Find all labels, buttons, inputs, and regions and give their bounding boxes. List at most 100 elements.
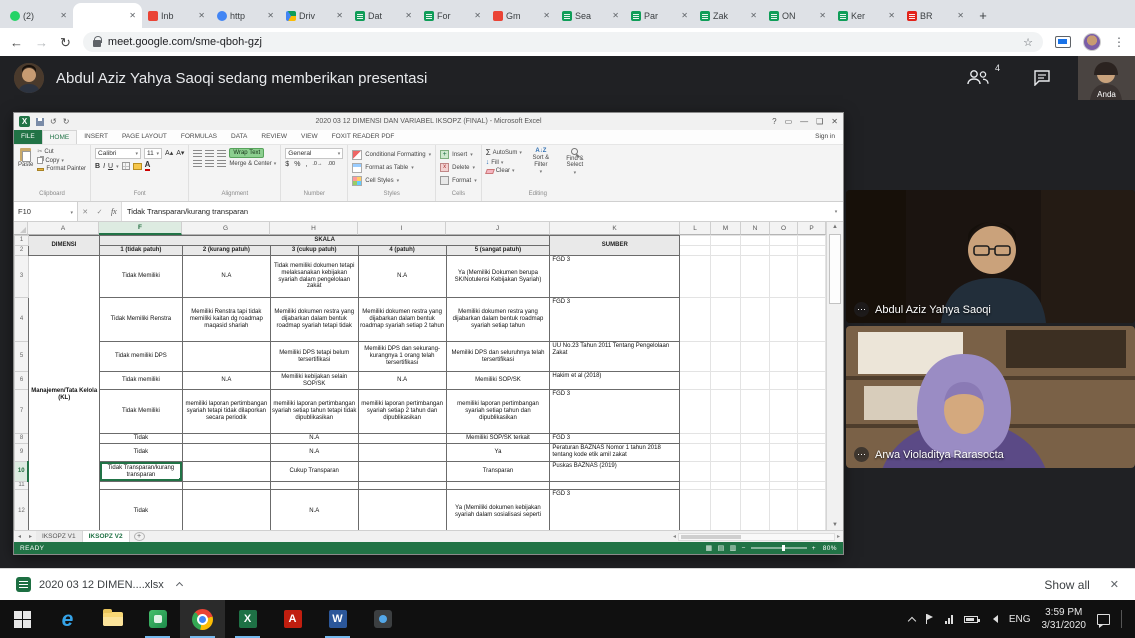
participant-video-arwa[interactable]: Arwa Violaditya Rarasocta xyxy=(846,326,1135,468)
empty-cell[interactable] xyxy=(741,434,770,444)
column-header-A[interactable]: A xyxy=(28,222,99,235)
ribbon-tab-view[interactable]: VIEW xyxy=(294,130,325,144)
empty-cell[interactable] xyxy=(711,342,741,372)
empty-cell[interactable] xyxy=(741,246,770,256)
chat-button[interactable] xyxy=(1033,69,1051,86)
taskbar-chrome[interactable] xyxy=(180,600,225,638)
hscroll-track[interactable] xyxy=(678,533,835,541)
underline-button[interactable]: U xyxy=(108,163,113,170)
insert-cells-button[interactable]: +Insert xyxy=(440,148,473,161)
lock-icon[interactable] xyxy=(93,40,101,47)
taskbar-clock[interactable]: 3:59 PM 3/31/2020 xyxy=(1042,606,1087,632)
find-select-button[interactable]: Find & Select xyxy=(560,148,590,176)
empty-cell[interactable] xyxy=(680,482,711,490)
browser-tab-br[interactable]: BR xyxy=(901,3,970,28)
row-header-2[interactable]: 2 xyxy=(15,246,29,256)
cancel-entry-icon[interactable] xyxy=(82,208,88,216)
header-skala[interactable]: SKALA xyxy=(99,236,549,246)
cell[interactable]: memiliki laporan pertimbangan syariah se… xyxy=(270,390,358,434)
ribbon-tab-data[interactable]: DATA xyxy=(224,130,254,144)
name-box[interactable]: F10 xyxy=(14,202,78,221)
cell[interactable]: Ya xyxy=(446,444,550,462)
align-top-icon[interactable] xyxy=(193,150,202,157)
self-video[interactable]: Anda xyxy=(1078,56,1135,100)
download-item[interactable]: 2020 03 12 DIMEN....xlsx xyxy=(16,577,182,592)
minimize-icon[interactable] xyxy=(800,117,808,126)
cell[interactable] xyxy=(182,462,270,482)
cell[interactable]: Tidak xyxy=(99,444,182,462)
empty-cell[interactable] xyxy=(797,482,825,490)
forward-icon[interactable]: → xyxy=(35,36,48,49)
empty-cell[interactable] xyxy=(770,462,798,482)
empty-cell[interactable] xyxy=(711,372,741,390)
ribbon-tab-home[interactable]: HOME xyxy=(42,130,78,144)
empty-cell[interactable] xyxy=(741,342,770,372)
cell[interactable]: N.A xyxy=(182,372,270,390)
zoom-in-icon[interactable] xyxy=(812,545,816,552)
empty-cell[interactable] xyxy=(770,298,798,342)
cell[interactable]: Cukup Transparan xyxy=(270,462,358,482)
reload-icon[interactable]: ↻ xyxy=(60,36,71,49)
row-header-3[interactable]: 3 xyxy=(15,256,29,298)
format-cells-button[interactable]: Format xyxy=(440,174,477,187)
horizontal-scrollbar[interactable] xyxy=(673,533,843,541)
empty-cell[interactable] xyxy=(680,256,711,298)
empty-cell[interactable] xyxy=(711,490,741,531)
sheet-tab-iksopz-v1[interactable]: IKSOPZ V1 xyxy=(36,531,83,542)
cell[interactable]: Memiliki DPS dan seluruhnya telah terser… xyxy=(446,342,550,372)
tab-close-icon[interactable] xyxy=(612,11,619,20)
show-desktop-strip[interactable] xyxy=(1121,610,1125,628)
empty-cell[interactable] xyxy=(711,298,741,342)
confirm-entry-icon[interactable] xyxy=(97,208,103,216)
fill-color-icon[interactable] xyxy=(133,163,142,170)
hscroll-thumb[interactable] xyxy=(681,535,741,539)
row-header-5[interactable]: 5 xyxy=(15,342,29,372)
cast-icon[interactable] xyxy=(1055,36,1071,48)
scroll-up-icon[interactable] xyxy=(832,222,838,232)
tab-close-icon[interactable] xyxy=(129,11,136,20)
empty-cell[interactable] xyxy=(797,256,825,298)
sheet-tab-iksopz-v2[interactable]: IKSOPZ V2 xyxy=(83,531,130,542)
scale-header-3[interactable]: 3 (cukup patuh) xyxy=(270,246,358,256)
empty-cell[interactable] xyxy=(680,298,711,342)
empty-cell[interactable] xyxy=(741,490,770,531)
vertical-scrollbar[interactable] xyxy=(826,222,843,530)
cell[interactable] xyxy=(358,482,446,490)
ribbon-tab-insert[interactable]: INSERT xyxy=(77,130,115,144)
align-right-icon[interactable] xyxy=(217,160,226,167)
row-header-6[interactable]: 6 xyxy=(15,372,29,390)
ribbon-tab-file[interactable]: FILE xyxy=(14,130,42,144)
empty-cell[interactable] xyxy=(741,236,770,246)
cell[interactable]: FGD 3 xyxy=(550,390,680,434)
empty-cell[interactable] xyxy=(770,246,798,256)
bookmark-star-icon[interactable] xyxy=(1023,36,1033,49)
empty-cell[interactable] xyxy=(680,372,711,390)
cell[interactable] xyxy=(550,482,680,490)
cell[interactable]: Memiliki dokumen restra yang dijabarkan … xyxy=(270,298,358,342)
hidden-icons-caret-icon[interactable] xyxy=(908,616,916,624)
participants-button[interactable]: 4 xyxy=(965,68,991,86)
cell[interactable]: FGD 3 xyxy=(550,298,680,342)
cell[interactable]: N.A xyxy=(270,434,358,444)
empty-cell[interactable] xyxy=(770,444,798,462)
cell[interactable] xyxy=(182,444,270,462)
cell[interactable] xyxy=(358,462,446,482)
empty-cell[interactable] xyxy=(741,298,770,342)
taskbar-excel[interactable]: X xyxy=(225,600,270,638)
cell[interactable]: Transparan xyxy=(446,462,550,482)
column-header-G[interactable]: G xyxy=(182,222,270,235)
column-header-K[interactable]: K xyxy=(550,222,680,235)
taskbar-edge[interactable]: e xyxy=(45,600,90,638)
shrink-font-button[interactable]: A▾ xyxy=(176,150,184,157)
merge-center-button[interactable]: Merge & Center xyxy=(229,161,276,167)
cell[interactable] xyxy=(270,482,358,490)
tab-close-icon[interactable] xyxy=(888,11,895,20)
cell[interactable]: Tidak Memiliki xyxy=(99,390,182,434)
row-header-10[interactable]: 10 xyxy=(15,462,29,482)
tab-close-icon[interactable] xyxy=(750,11,757,20)
empty-cell[interactable] xyxy=(680,390,711,434)
tab-close-icon[interactable] xyxy=(267,11,274,20)
empty-cell[interactable] xyxy=(797,490,825,531)
cell[interactable]: Tidak Memiliki xyxy=(99,256,182,298)
row-header-9[interactable]: 9 xyxy=(15,444,29,462)
